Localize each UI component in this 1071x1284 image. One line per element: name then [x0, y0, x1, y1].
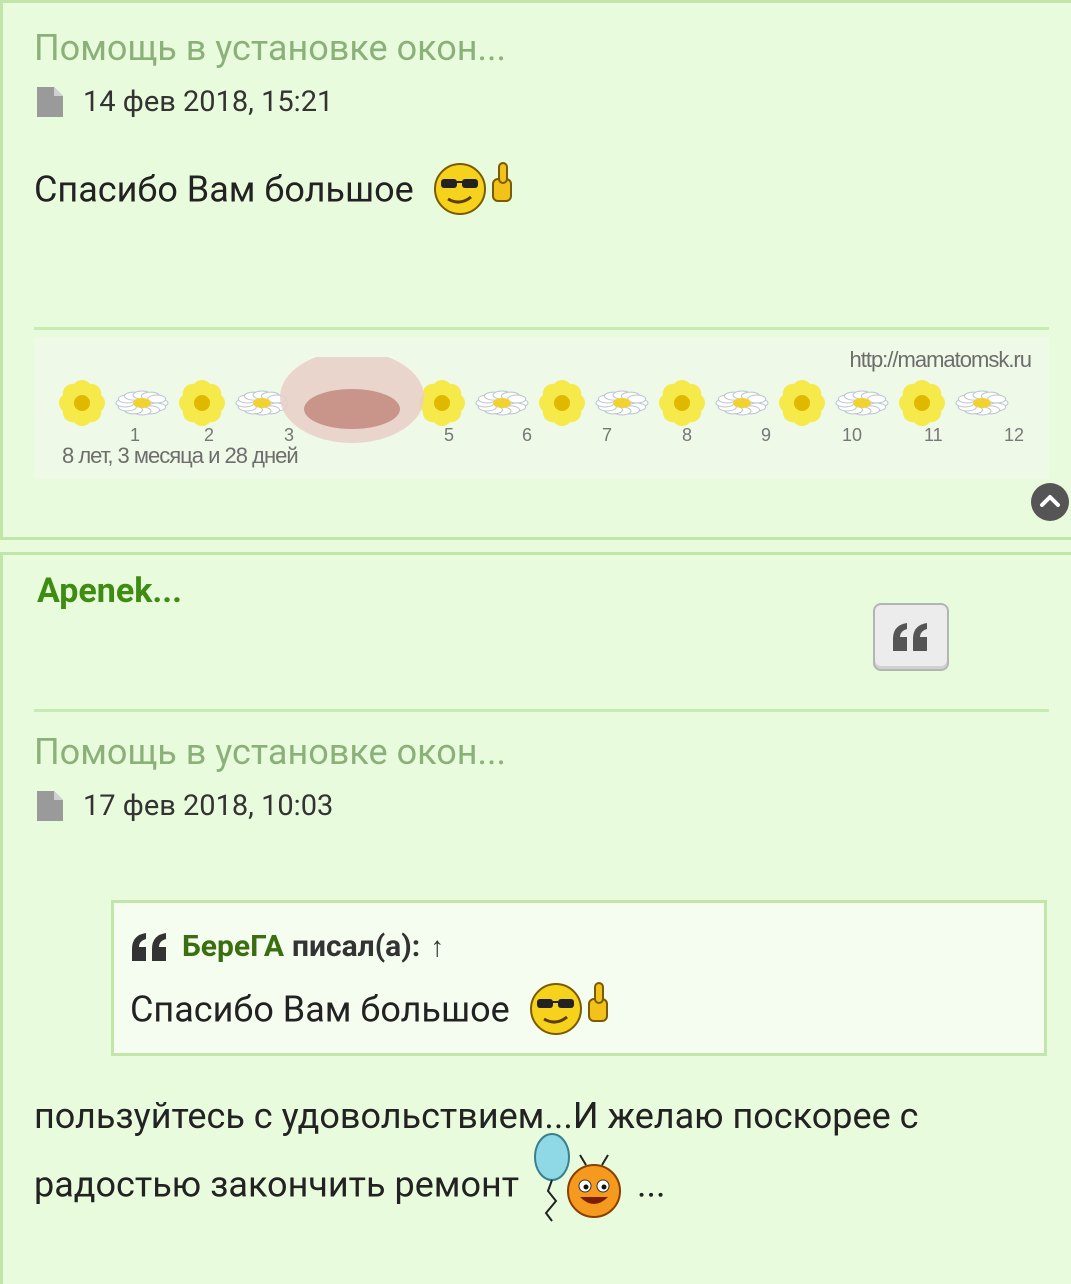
yellow-flower — [179, 380, 225, 426]
topic-title-link[interactable]: Помощь в установке окон... — [34, 731, 506, 773]
quote-text: Спасибо Вам большое — [130, 988, 510, 1031]
topic-title-link[interactable]: Помощь в установке окон... — [34, 27, 506, 69]
balloon-smiley-icon — [534, 1133, 622, 1222]
yellow-flower — [59, 380, 105, 426]
quote-button[interactable] — [873, 603, 949, 671]
flower-ticker — [59, 357, 1009, 443]
quote-icon — [893, 623, 927, 651]
signature-banner: http://mamatomsk.ru 8 лет, 3 месяца и 28… — [34, 337, 1049, 479]
month-number: 7 — [602, 425, 613, 445]
post-date: 14 фев 2018, 15:21 — [83, 85, 334, 119]
post-author[interactable]: Apenek... — [37, 571, 182, 611]
month-number: 9 — [761, 425, 772, 445]
post-divider — [34, 709, 1049, 712]
quote-wrote-label: писал(а): — [292, 929, 421, 964]
scroll-to-top-button[interactable] — [1031, 483, 1069, 521]
month-number: 12 — [1004, 425, 1025, 445]
month-number: 2 — [204, 425, 215, 445]
quote-author-link[interactable]: БереГА — [182, 929, 284, 964]
post-body-line-2: радостью закончить ремонт ... — [34, 1133, 666, 1223]
yellow-flower — [539, 380, 585, 426]
signature-divider — [34, 327, 1049, 330]
white-daisy — [475, 390, 529, 416]
chevron-up-icon — [1040, 495, 1060, 507]
month-number: 3 — [284, 425, 295, 445]
cool-thumbs-up-smiley-icon — [433, 162, 512, 215]
post-body: Спасибо Вам большое — [34, 162, 519, 217]
white-daisy — [835, 390, 889, 416]
quote-icon — [132, 932, 166, 961]
yellow-flower — [659, 380, 705, 426]
document-icon — [37, 791, 63, 821]
post-date-row: 14 фев 2018, 15:21 — [37, 85, 333, 119]
post-body-line-1: пользуйтесь с удовольствием...И желаю по… — [34, 1095, 919, 1137]
post-date: 17 фев 2018, 10:03 — [83, 789, 334, 823]
document-icon — [37, 87, 63, 117]
post-date-row: 17 фев 2018, 10:03 — [37, 789, 333, 823]
post-body-text: Спасибо Вам большое — [34, 168, 414, 211]
yellow-flower — [779, 380, 825, 426]
month-number: 8 — [682, 425, 693, 445]
post-2: Apenek... Помощь в установке окон... 17 … — [0, 552, 1071, 1284]
post-body-text: радостью закончить ремонт — [34, 1163, 520, 1206]
post-body-tail: ... — [636, 1163, 666, 1206]
quote-body: Спасибо Вам большое — [130, 982, 615, 1037]
month-number: 11 — [924, 425, 943, 445]
white-daisy — [595, 390, 649, 416]
quote-header: БереГА писал(а): ↑ — [130, 929, 444, 964]
yellow-flower — [419, 380, 465, 426]
month-number: 6 — [522, 425, 533, 445]
baby-photo-figure — [304, 389, 400, 429]
white-daisy — [715, 390, 769, 416]
quote-block: БереГА писал(а): ↑ Спасибо Вам большое — [111, 900, 1047, 1056]
post-1: Помощь в установке окон... 14 фев 2018, … — [0, 0, 1071, 540]
month-number: 1 — [130, 425, 141, 445]
quote-jump-link[interactable]: ↑ — [430, 930, 444, 963]
white-daisy — [955, 390, 1009, 416]
white-daisy — [115, 390, 169, 416]
month-number: 10 — [842, 425, 863, 445]
cool-thumbs-up-smiley-icon — [529, 982, 608, 1035]
month-number: 5 — [444, 425, 455, 445]
yellow-flower — [899, 380, 945, 426]
signature-age: 8 лет, 3 месяца и 28 дней — [62, 443, 299, 468]
